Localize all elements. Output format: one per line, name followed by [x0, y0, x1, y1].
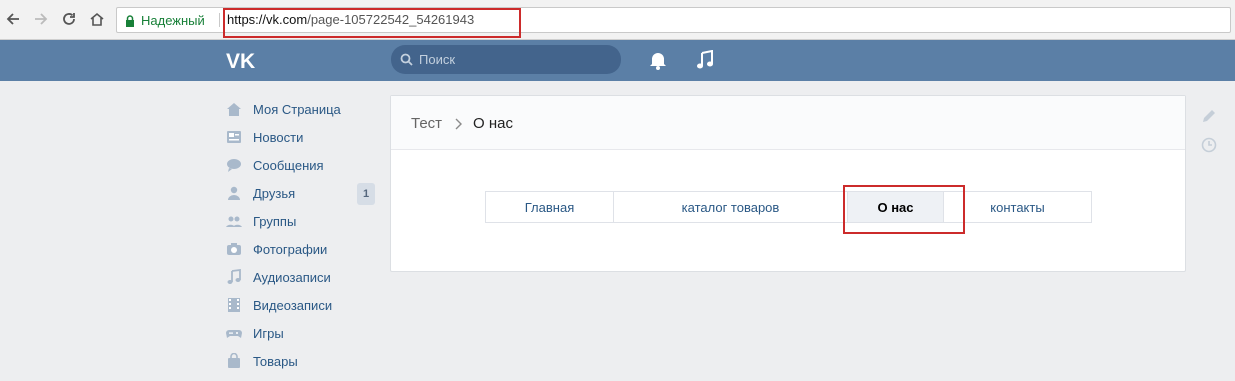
- forward-arrow-icon: [35, 13, 48, 25]
- page-title: О нас: [473, 115, 513, 132]
- home-button[interactable]: [86, 8, 108, 30]
- back-arrow-icon: [6, 13, 19, 25]
- sidebar-item-label: Аудиозаписи: [253, 269, 331, 285]
- sidebar-item-goods[interactable]: Товары: [226, 347, 376, 375]
- friends-icon: [226, 185, 242, 201]
- wiki-menu: Главная каталог товаров О нас контакты: [485, 191, 1092, 223]
- breadcrumb-parent-link[interactable]: Тест: [411, 115, 442, 132]
- vk-top-bar: VK Поиск: [0, 40, 1235, 81]
- secure-label: Надежный: [141, 13, 205, 28]
- back-button[interactable]: [2, 8, 24, 30]
- sidebar-item-label: Сообщения: [253, 157, 324, 173]
- sidebar-item-messages[interactable]: Сообщения: [226, 151, 376, 179]
- browser-toolbar: Надежный https://vk.com/page-105722542_5…: [0, 0, 1235, 40]
- music-icon[interactable]: [696, 49, 714, 75]
- sidebar-item-label: Игры: [253, 325, 284, 341]
- vk-logo-icon[interactable]: VK: [226, 50, 260, 76]
- sidebar-item-label: Моя Страница: [253, 101, 341, 117]
- search-icon: [400, 53, 413, 66]
- camera-icon: [226, 241, 242, 257]
- music-note-icon: [226, 269, 242, 285]
- reload-icon: [63, 13, 75, 25]
- bell-icon[interactable]: [649, 50, 667, 75]
- sidebar-item-label: Товары: [253, 353, 298, 369]
- menu-tab-catalog[interactable]: каталог товаров: [614, 192, 848, 222]
- film-icon: [226, 297, 242, 313]
- lock-icon: [126, 14, 134, 27]
- friends-count-badge[interactable]: 1: [357, 183, 375, 205]
- forward-button[interactable]: [30, 8, 52, 30]
- sidebar-item-label: Друзья: [253, 185, 296, 201]
- sidebar-item-groups[interactable]: Группы: [226, 207, 376, 235]
- news-icon: [226, 129, 242, 145]
- pencil-icon[interactable]: [1201, 108, 1217, 129]
- sidebar-item-friends[interactable]: Друзья: [226, 179, 376, 207]
- sidebar-item-label: Новости: [253, 129, 304, 145]
- sidebar-item-video[interactable]: Видеозаписи: [226, 291, 376, 319]
- home-browser-icon: [90, 12, 104, 26]
- sidebar-item-games[interactable]: Игры: [226, 319, 376, 347]
- divider: [219, 13, 220, 27]
- gamepad-icon: [226, 325, 242, 341]
- search-input[interactable]: Поиск: [391, 45, 621, 74]
- sidebar-item-label: Группы: [253, 213, 297, 229]
- menu-tab-contacts[interactable]: контакты: [944, 192, 1091, 222]
- svg-text:VK: VK: [226, 51, 255, 71]
- sidebar-item-label: Фотографии: [253, 241, 328, 257]
- messages-icon: [226, 157, 242, 173]
- security-indicator[interactable]: Надежный: [125, 13, 205, 28]
- search-placeholder: Поиск: [419, 52, 456, 67]
- breadcrumb: Тест О нас: [391, 96, 1185, 150]
- sidebar-item-label: Видеозаписи: [253, 297, 333, 313]
- reload-button[interactable]: [58, 8, 80, 30]
- wiki-page-card: Тест О нас: [390, 95, 1186, 272]
- groups-icon: [226, 213, 242, 229]
- chevron-right-icon: [455, 117, 463, 135]
- menu-highlight-box: [843, 185, 965, 234]
- home-icon: [226, 101, 242, 117]
- sidebar-item-news[interactable]: Новости: [226, 123, 376, 151]
- sidebar-item-audio[interactable]: Аудиозаписи: [226, 263, 376, 291]
- url-highlight-box: [223, 8, 521, 38]
- clock-icon[interactable]: [1201, 137, 1217, 158]
- sidebar-item-photos[interactable]: Фотографии: [226, 235, 376, 263]
- sidebar-item-my-page[interactable]: Моя Страница: [226, 95, 376, 123]
- shopping-bag-icon: [226, 353, 242, 369]
- menu-tab-home[interactable]: Главная: [486, 192, 614, 222]
